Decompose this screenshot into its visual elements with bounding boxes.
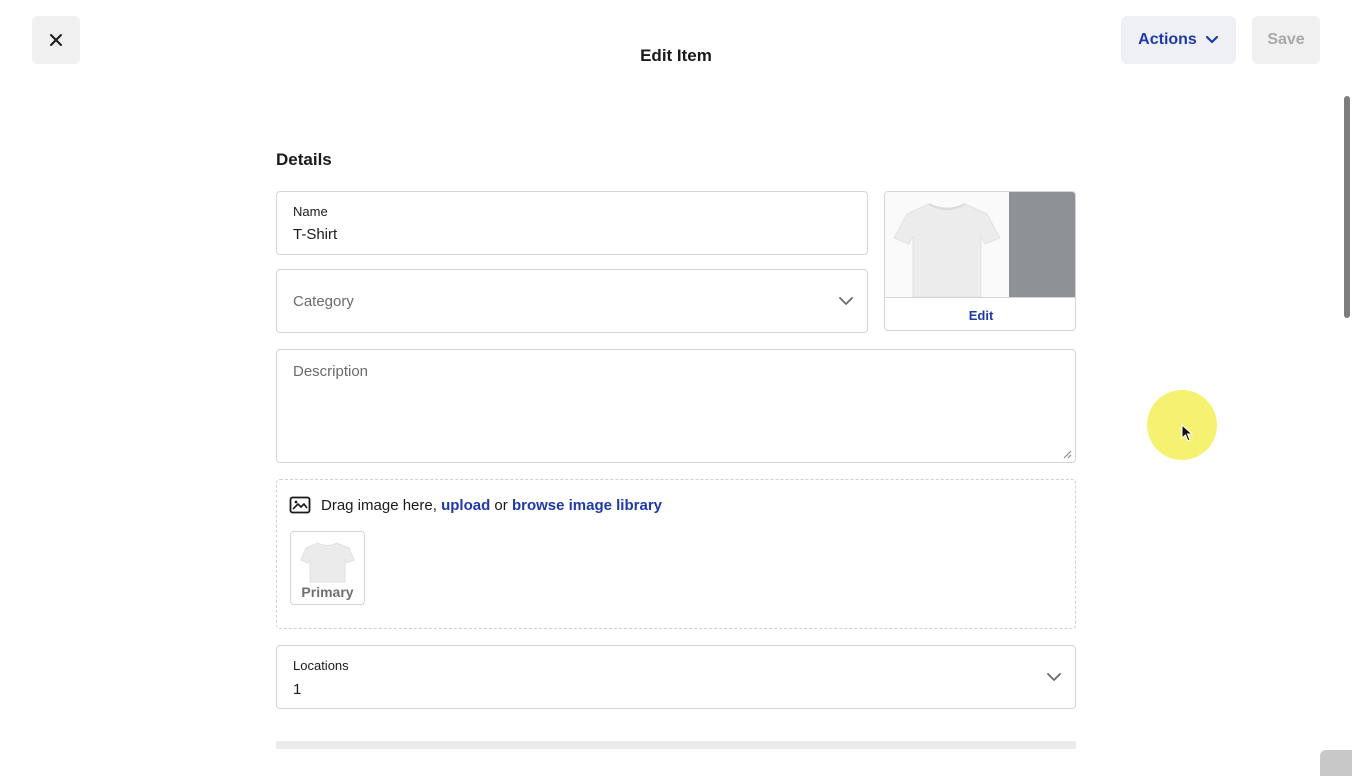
image-icon <box>289 496 311 514</box>
description-textarea[interactable]: Description <box>276 349 1076 463</box>
locations-label: Locations <box>293 658 349 673</box>
image-placeholder-panel <box>1009 192 1075 297</box>
description-placeholder: Description <box>293 363 369 380</box>
actions-label: Actions <box>1138 31 1197 48</box>
dropzone-or-text: or <box>494 496 508 514</box>
primary-image-thumbnail[interactable]: Primary <box>290 531 365 605</box>
chevron-down-icon <box>1047 673 1061 681</box>
save-button[interactable]: Save <box>1252 16 1320 64</box>
locations-value: 1 <box>293 681 302 698</box>
actions-button[interactable]: Actions <box>1121 16 1236 64</box>
item-image-preview <box>885 192 1009 298</box>
next-section-divider <box>276 741 1076 749</box>
scrollbar-thumb[interactable] <box>1344 96 1350 318</box>
resize-grip-icon[interactable] <box>1063 450 1072 459</box>
upload-link[interactable]: upload <box>441 497 490 514</box>
details-heading: Details <box>276 150 332 169</box>
locations-select[interactable]: Locations 1 <box>276 645 1076 709</box>
category-select[interactable]: Category <box>276 269 868 333</box>
mouse-cursor-icon <box>1181 424 1193 442</box>
close-icon <box>50 34 62 46</box>
corner-widget[interactable] <box>1320 750 1352 776</box>
edit-image-button[interactable]: Edit <box>885 297 1075 330</box>
primary-label: Primary <box>301 584 354 600</box>
image-dropzone[interactable]: Drag image here, upload or browse image … <box>276 479 1076 629</box>
name-value[interactable]: T-Shirt <box>293 226 337 243</box>
chevron-down-icon <box>1205 35 1218 44</box>
dropzone-text: Drag image here, <box>321 496 437 514</box>
browse-image-library-link[interactable]: browse image library <box>512 497 662 514</box>
tshirt-thumbnail-image <box>300 542 355 583</box>
category-placeholder: Category <box>293 293 354 310</box>
name-field[interactable]: Name T-Shirt <box>276 191 868 255</box>
name-label: Name <box>293 204 328 219</box>
edit-item-page: Edit Item Actions Save Details Name T-Sh… <box>0 0 1352 776</box>
dropzone-instructions: Drag image here, upload or browse image … <box>289 496 662 514</box>
item-image-card[interactable]: Edit <box>884 191 1076 331</box>
chevron-down-icon <box>839 297 853 305</box>
tshirt-image <box>893 203 1001 298</box>
